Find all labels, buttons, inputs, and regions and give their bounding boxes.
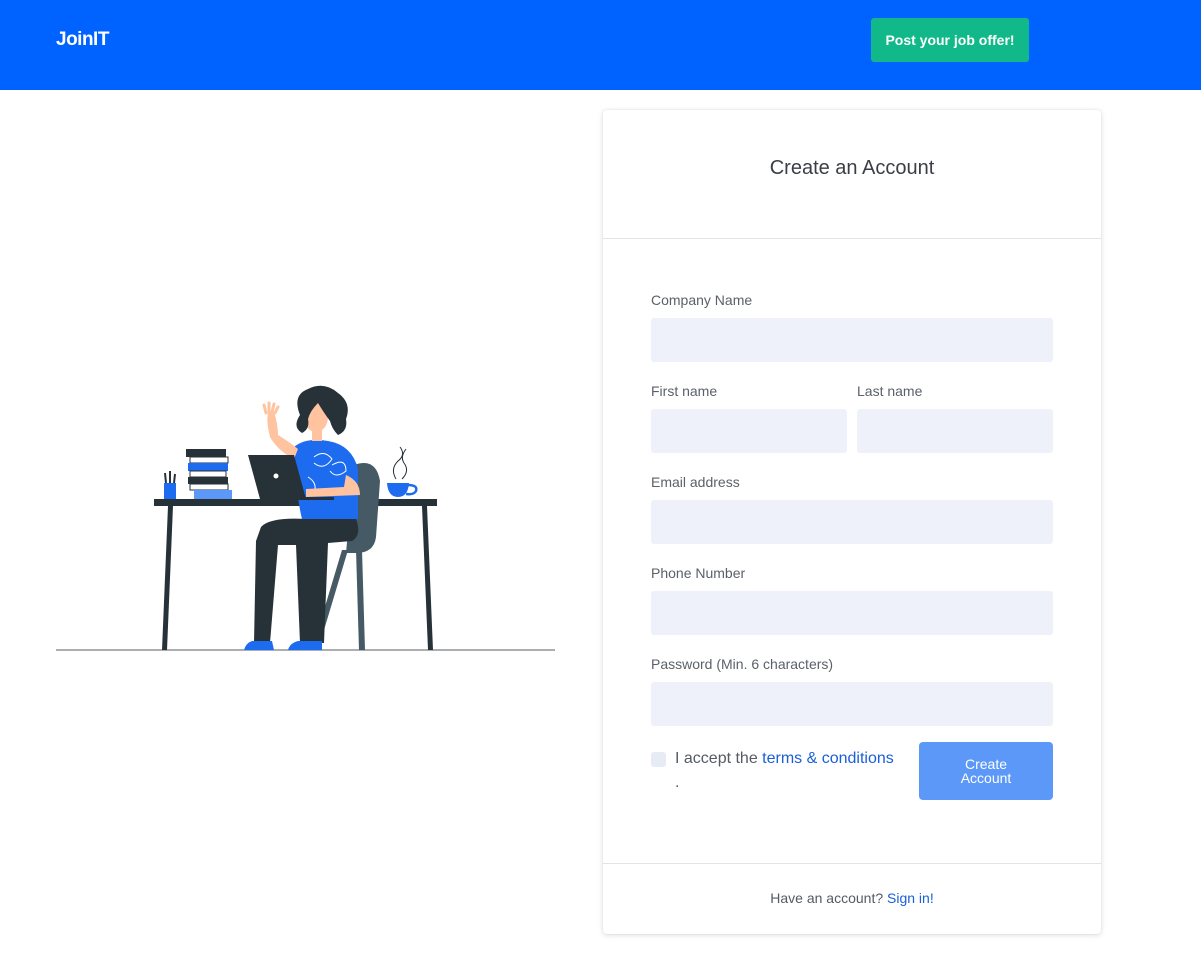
terms-conditions-link[interactable]: terms & conditions: [762, 750, 894, 767]
top-navbar: JoinIT Post your job offer!: [0, 0, 1201, 90]
phone-label: Phone Number: [651, 565, 746, 581]
footer-divider: [603, 863, 1101, 864]
accept-terms-text: I accept the terms & conditions .: [675, 747, 915, 795]
signin-prompt-text: Have an account?: [770, 890, 884, 906]
email-label: Email address: [651, 474, 740, 490]
company-name-label: Company Name: [651, 292, 753, 308]
form-title: Create an Account: [769, 157, 935, 179]
last-name-input[interactable]: [857, 409, 1053, 453]
first-name-label: First name: [651, 383, 718, 399]
person-at-desk-illustration: [56, 385, 556, 655]
password-label: Password (Min. 6 characters): [651, 656, 834, 672]
email-input[interactable]: [651, 500, 1053, 544]
accept-suffix: .: [675, 774, 680, 791]
accept-terms-checkbox[interactable]: [651, 752, 666, 767]
company-name-input[interactable]: [651, 318, 1053, 362]
joinit-logo[interactable]: JoinIT: [56, 29, 109, 51]
post-job-offer-button[interactable]: Post your job offer!: [871, 18, 1029, 62]
signin-link[interactable]: Sign in!: [887, 890, 934, 906]
create-account-card: Create an Account Company Name First nam…: [603, 110, 1101, 934]
accept-prefix: I accept the: [675, 750, 758, 767]
create-account-button[interactable]: Create Account: [919, 742, 1053, 800]
signin-prompt: Have an account? Sign in!: [603, 890, 1101, 906]
phone-input[interactable]: [651, 591, 1053, 635]
title-divider: [603, 238, 1101, 239]
last-name-label: Last name: [857, 383, 923, 399]
password-input[interactable]: [651, 682, 1053, 726]
first-name-input[interactable]: [651, 409, 847, 453]
